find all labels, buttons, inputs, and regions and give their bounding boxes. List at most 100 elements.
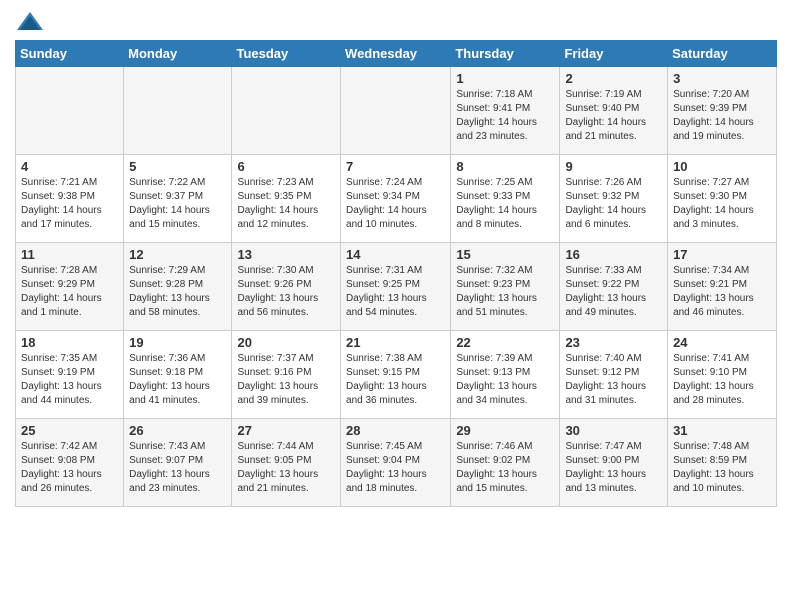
day-number: 4	[21, 159, 118, 174]
day-info: Sunrise: 7:21 AMSunset: 9:38 PMDaylight:…	[21, 177, 102, 230]
day-number: 28	[346, 423, 445, 438]
calendar-cell: 16Sunrise: 7:33 AMSunset: 9:22 PMDayligh…	[560, 243, 668, 331]
day-info: Sunrise: 7:25 AMSunset: 9:33 PMDaylight:…	[456, 177, 537, 230]
day-info: Sunrise: 7:31 AMSunset: 9:25 PMDaylight:…	[346, 265, 427, 318]
calendar-cell: 15Sunrise: 7:32 AMSunset: 9:23 PMDayligh…	[451, 243, 560, 331]
calendar-cell: 27 Sunrise: 7:44 AMSunset: 9:05 PMDayligh…	[232, 419, 341, 507]
day-number: 5	[129, 159, 226, 174]
day-number: 27	[237, 423, 335, 438]
day-header-wednesday: Wednesday	[341, 41, 451, 67]
calendar-cell	[124, 67, 232, 155]
day-number: 20	[237, 335, 335, 350]
day-info: Sunrise: 7:43 AMSunset: 9:07 PMDaylight:…	[129, 441, 210, 494]
day-info: Sunrise: 7:24 AMSunset: 9:34 PMDaylight:…	[346, 177, 427, 230]
week-row-1: 1Sunrise: 7:18 AMSunset: 9:41 PMDaylight…	[16, 67, 777, 155]
days-header-row: SundayMondayTuesdayWednesdayThursdayFrid…	[16, 41, 777, 67]
calendar-cell: 5 Sunrise: 7:22 AMSunset: 9:37 PMDaylight…	[124, 155, 232, 243]
calendar-cell: 2Sunrise: 7:19 AMSunset: 9:40 PMDaylight…	[560, 67, 668, 155]
day-number: 10	[673, 159, 771, 174]
logo	[15, 10, 49, 34]
calendar-cell: 18 Sunrise: 7:35 AMSunset: 9:19 PMDayligh…	[16, 331, 124, 419]
day-number: 25	[21, 423, 118, 438]
day-number: 15	[456, 247, 554, 262]
day-info: Sunrise: 7:19 AMSunset: 9:40 PMDaylight:…	[565, 89, 646, 142]
day-info: Sunrise: 7:46 AMSunset: 9:02 PMDaylight:…	[456, 441, 537, 494]
day-info: Sunrise: 7:47 AMSunset: 9:00 PMDaylight:…	[565, 441, 646, 494]
day-number: 7	[346, 159, 445, 174]
calendar-cell: 12 Sunrise: 7:29 AMSunset: 9:28 PMDayligh…	[124, 243, 232, 331]
day-info: Sunrise: 7:35 AMSunset: 9:19 PMDaylight:…	[21, 353, 102, 406]
calendar-cell: 8 Sunrise: 7:25 AMSunset: 9:33 PMDaylight…	[451, 155, 560, 243]
calendar-cell: 4 Sunrise: 7:21 AMSunset: 9:38 PMDaylight…	[16, 155, 124, 243]
day-info: Sunrise: 7:33 AMSunset: 9:22 PMDaylight:…	[565, 265, 646, 318]
day-info: Sunrise: 7:38 AMSunset: 9:15 PMDaylight:…	[346, 353, 427, 406]
day-info: Sunrise: 7:39 AMSunset: 9:13 PMDaylight:…	[456, 353, 537, 406]
calendar-cell: 26 Sunrise: 7:43 AMSunset: 9:07 PMDayligh…	[124, 419, 232, 507]
calendar-cell: 20Sunrise: 7:37 AMSunset: 9:16 PMDayligh…	[232, 331, 341, 419]
calendar-cell: 22 Sunrise: 7:39 AMSunset: 9:13 PMDayligh…	[451, 331, 560, 419]
day-info: Sunrise: 7:36 AMSunset: 9:18 PMDaylight:…	[129, 353, 210, 406]
day-number: 3	[673, 71, 771, 86]
day-info: Sunrise: 7:34 AMSunset: 9:21 PMDaylight:…	[673, 265, 754, 318]
day-number: 21	[346, 335, 445, 350]
day-number: 31	[673, 423, 771, 438]
calendar-cell: 6 Sunrise: 7:23 AMSunset: 9:35 PMDaylight…	[232, 155, 341, 243]
day-info: Sunrise: 7:26 AMSunset: 9:32 PMDaylight:…	[565, 177, 646, 230]
day-number: 11	[21, 247, 118, 262]
day-number: 14	[346, 247, 445, 262]
day-number: 1	[456, 71, 554, 86]
day-number: 24	[673, 335, 771, 350]
calendar-cell: 14 Sunrise: 7:31 AMSunset: 9:25 PMDayligh…	[341, 243, 451, 331]
day-number: 17	[673, 247, 771, 262]
logo-icon	[15, 10, 45, 34]
day-number: 8	[456, 159, 554, 174]
day-number: 22	[456, 335, 554, 350]
day-info: Sunrise: 7:44 AMSunset: 9:05 PMDaylight:…	[237, 441, 318, 494]
calendar-cell: 29Sunrise: 7:46 AMSunset: 9:02 PMDayligh…	[451, 419, 560, 507]
week-row-3: 11 Sunrise: 7:28 AMSunset: 9:29 PMDayligh…	[16, 243, 777, 331]
day-info: Sunrise: 7:23 AMSunset: 9:35 PMDaylight:…	[237, 177, 318, 230]
calendar-cell: 1Sunrise: 7:18 AMSunset: 9:41 PMDaylight…	[451, 67, 560, 155]
calendar-cell: 30 Sunrise: 7:47 AMSunset: 9:00 PMDayligh…	[560, 419, 668, 507]
week-row-4: 18 Sunrise: 7:35 AMSunset: 9:19 PMDayligh…	[16, 331, 777, 419]
day-number: 23	[565, 335, 662, 350]
calendar-cell: 24 Sunrise: 7:41 AMSunset: 9:10 PMDayligh…	[668, 331, 777, 419]
calendar-cell: 23 Sunrise: 7:40 AMSunset: 9:12 PMDayligh…	[560, 331, 668, 419]
day-number: 26	[129, 423, 226, 438]
day-header-friday: Friday	[560, 41, 668, 67]
day-header-thursday: Thursday	[451, 41, 560, 67]
header	[15, 10, 777, 34]
day-info: Sunrise: 7:40 AMSunset: 9:12 PMDaylight:…	[565, 353, 646, 406]
day-number: 30	[565, 423, 662, 438]
calendar-cell: 31Sunrise: 7:48 AMSunset: 8:59 PMDayligh…	[668, 419, 777, 507]
calendar-cell: 25 Sunrise: 7:42 AMSunset: 9:08 PMDayligh…	[16, 419, 124, 507]
day-number: 13	[237, 247, 335, 262]
day-header-tuesday: Tuesday	[232, 41, 341, 67]
calendar-table: SundayMondayTuesdayWednesdayThursdayFrid…	[15, 40, 777, 507]
calendar-cell	[232, 67, 341, 155]
day-number: 18	[21, 335, 118, 350]
calendar-cell: 13 Sunrise: 7:30 AMSunset: 9:26 PMDayligh…	[232, 243, 341, 331]
day-info: Sunrise: 7:28 AMSunset: 9:29 PMDaylight:…	[21, 265, 102, 318]
day-info: Sunrise: 7:42 AMSunset: 9:08 PMDaylight:…	[21, 441, 102, 494]
day-number: 12	[129, 247, 226, 262]
calendar-cell: 10 Sunrise: 7:27 AMSunset: 9:30 PMDayligh…	[668, 155, 777, 243]
calendar-cell: 21 Sunrise: 7:38 AMSunset: 9:15 PMDayligh…	[341, 331, 451, 419]
calendar-cell	[16, 67, 124, 155]
week-row-5: 25 Sunrise: 7:42 AMSunset: 9:08 PMDayligh…	[16, 419, 777, 507]
day-number: 19	[129, 335, 226, 350]
calendar-cell: 11 Sunrise: 7:28 AMSunset: 9:29 PMDayligh…	[16, 243, 124, 331]
day-info: Sunrise: 7:30 AMSunset: 9:26 PMDaylight:…	[237, 265, 318, 318]
day-header-saturday: Saturday	[668, 41, 777, 67]
day-header-sunday: Sunday	[16, 41, 124, 67]
day-info: Sunrise: 7:27 AMSunset: 9:30 PMDaylight:…	[673, 177, 754, 230]
calendar-cell	[341, 67, 451, 155]
day-info: Sunrise: 7:41 AMSunset: 9:10 PMDaylight:…	[673, 353, 754, 406]
week-row-2: 4 Sunrise: 7:21 AMSunset: 9:38 PMDaylight…	[16, 155, 777, 243]
calendar-cell: 17 Sunrise: 7:34 AMSunset: 9:21 PMDayligh…	[668, 243, 777, 331]
calendar-cell: 28Sunrise: 7:45 AMSunset: 9:04 PMDayligh…	[341, 419, 451, 507]
day-number: 6	[237, 159, 335, 174]
day-info: Sunrise: 7:22 AMSunset: 9:37 PMDaylight:…	[129, 177, 210, 230]
calendar-cell: 9Sunrise: 7:26 AMSunset: 9:32 PMDaylight…	[560, 155, 668, 243]
day-info: Sunrise: 7:29 AMSunset: 9:28 PMDaylight:…	[129, 265, 210, 318]
